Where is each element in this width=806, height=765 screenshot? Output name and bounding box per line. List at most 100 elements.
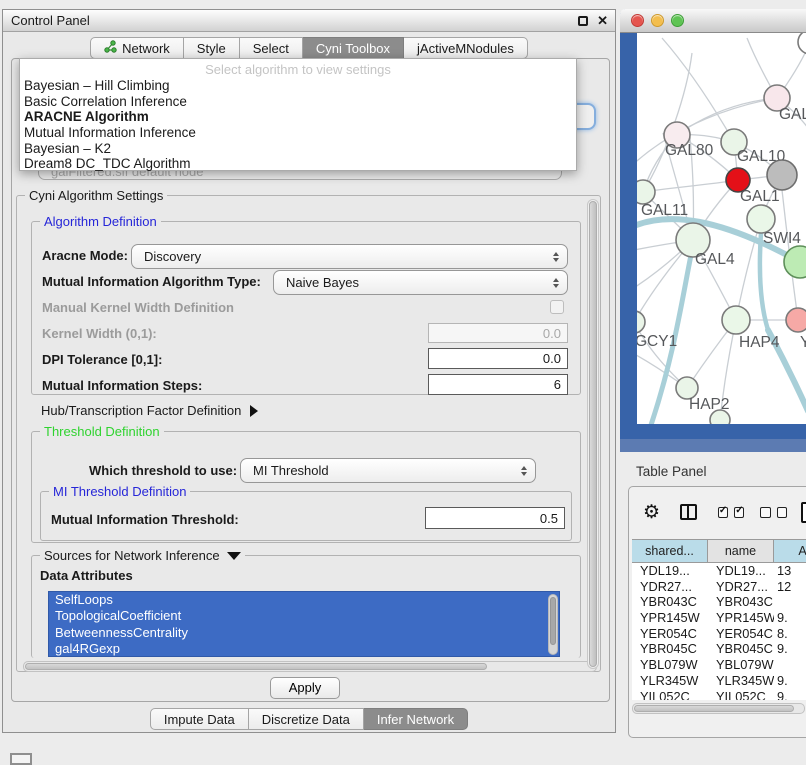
mi-steps-field[interactable]: 6	[428, 374, 568, 395]
mi-threshold-field[interactable]: 0.5	[425, 507, 565, 529]
settings-horizontal-scrollbar[interactable]	[23, 661, 597, 672]
aracne-mode-combo[interactable]: Discovery	[131, 244, 568, 269]
table-cell[interactable]: YBR043C	[708, 594, 774, 610]
table-cell[interactable]: 8.	[774, 626, 806, 642]
network-canvas[interactable]: GALGAL80GAL10GAL1GAL11SWI4GAL4GCY1HAP4YH…	[637, 33, 806, 424]
table-cell[interactable]: YDR27...	[632, 579, 708, 595]
network-window-titlebar[interactable]	[620, 9, 806, 33]
tab-select[interactable]: Select	[240, 37, 303, 59]
algorithm-option[interactable]: Mutual Information Inference	[20, 125, 576, 141]
minimize-traffic-light-icon[interactable]	[651, 14, 664, 27]
table-horizontal-scrollbar[interactable]	[632, 703, 805, 714]
checked-box-icon[interactable]	[718, 507, 728, 518]
table-cell[interactable]: YLR345W	[708, 673, 774, 689]
collapsed-panel-icon[interactable]	[10, 753, 32, 765]
table-row[interactable]: YDL19...YDL19...13	[632, 563, 806, 579]
table-cell[interactable]: YDL19...	[708, 563, 774, 579]
gear-icon[interactable]: ⚙	[643, 503, 660, 522]
table-cell[interactable]: YPR145W	[632, 610, 708, 626]
attribute-item[interactable]: BetweennessCentrality	[49, 625, 559, 641]
close-icon[interactable]: ✕	[597, 14, 608, 27]
column-header[interactable]: name	[708, 540, 774, 562]
restore-icon[interactable]	[578, 16, 588, 26]
mi-type-combo[interactable]: Naive Bayes	[273, 270, 568, 295]
algorithm-option[interactable]: ARACNE Algorithm	[20, 109, 576, 125]
table-cell[interactable]: YDL19...	[632, 563, 708, 579]
table-cell[interactable]	[774, 594, 806, 610]
data-attributes-list[interactable]: SelfLoopsTopologicalCoefficientBetweenne…	[48, 591, 560, 657]
table-cell[interactable]: 9.	[774, 641, 806, 657]
algorithm-option[interactable]: Dream8 DC_TDC Algorithm	[20, 156, 576, 172]
network-node[interactable]	[637, 180, 655, 204]
mi-threshold-label: Mutual Information Threshold:	[51, 512, 239, 527]
hub-definition-toggle[interactable]: Hub/Transcription Factor Definition	[41, 403, 258, 418]
tab-cyni-toolbox[interactable]: Cyni Toolbox	[303, 37, 404, 59]
algorithm-combo-fragment[interactable]	[574, 103, 596, 130]
checked-box-icon[interactable]	[734, 507, 744, 518]
control-panel-titlebar[interactable]: Control Panel ✕	[3, 10, 615, 32]
column-header[interactable]: shared...	[632, 540, 708, 562]
attributes-list-scrollbar[interactable]	[548, 594, 558, 655]
table-row[interactable]: YPR145WYPR145W9.	[632, 610, 806, 626]
column-header[interactable]: A	[774, 540, 806, 562]
algorithm-option[interactable]: Bayesian – Hill Climbing	[20, 78, 576, 94]
tab-network[interactable]: Network	[90, 37, 184, 59]
table-cell[interactable]: YBR045C	[632, 641, 708, 657]
table-cell[interactable]: YPR145W	[708, 610, 774, 626]
table-cell[interactable]: YBL079W	[632, 657, 708, 673]
network-node[interactable]	[784, 246, 806, 278]
settings-vertical-scrollbar[interactable]	[587, 199, 599, 669]
table-cell[interactable]: YLR345W	[632, 673, 708, 689]
table-cell[interactable]: 9.	[774, 689, 806, 701]
manual-kernel-checkbox[interactable]	[550, 300, 564, 314]
table-cell[interactable]: 13	[774, 563, 806, 579]
table-cell[interactable]: YDR27...	[708, 579, 774, 595]
table-cell[interactable]: YER054C	[632, 626, 708, 642]
table-cell[interactable]: YBR043C	[632, 594, 708, 610]
table-row[interactable]: YLR345WYLR345W9.	[632, 673, 806, 689]
tab-style[interactable]: Style	[184, 37, 240, 59]
attribute-item[interactable]: gal4RGexp	[49, 641, 559, 657]
algorithm-option[interactable]: Basic Correlation Inference	[20, 94, 576, 110]
table-row[interactable]: YBR045CYBR045C9.	[632, 641, 806, 657]
table-cell[interactable]	[774, 657, 806, 673]
zoom-traffic-light-icon[interactable]	[671, 14, 684, 27]
table-row[interactable]: YDR27...YDR27...12	[632, 579, 806, 595]
dpi-tolerance-field[interactable]: 0.0	[428, 348, 568, 369]
table-cell[interactable]: YIL052C	[708, 689, 774, 701]
unchecked-box-icon[interactable]	[760, 507, 770, 518]
kernel-width-field[interactable]: 0.0	[428, 323, 568, 343]
network-node[interactable]	[722, 306, 750, 334]
network-node[interactable]	[710, 410, 730, 424]
document-icon[interactable]	[801, 502, 806, 523]
table-row[interactable]: YER054CYER054C8.	[632, 626, 806, 642]
tab-jactivemnodules[interactable]: jActiveMNodules	[404, 37, 528, 59]
apply-button[interactable]: Apply	[270, 677, 340, 699]
table-cell[interactable]: 9.	[774, 673, 806, 689]
network-node[interactable]	[747, 205, 775, 233]
table-cell[interactable]: 9.	[774, 610, 806, 626]
which-threshold-combo[interactable]: MI Threshold	[240, 458, 536, 483]
table-cell[interactable]: YIL052C	[632, 689, 708, 701]
sources-group-toggle[interactable]: Sources for Network Inference	[40, 548, 245, 563]
table-cell[interactable]: YBR045C	[708, 641, 774, 657]
network-node[interactable]	[637, 311, 645, 333]
table-row[interactable]: YIL052CYIL052C9.	[632, 689, 806, 701]
table-row[interactable]: YBR043CYBR043C	[632, 594, 806, 610]
network-node[interactable]	[767, 160, 797, 190]
network-node[interactable]	[786, 308, 806, 332]
unchecked-box-icon[interactable]	[777, 507, 787, 518]
bottom-tab-discretize-data[interactable]: Discretize Data	[249, 708, 364, 730]
close-traffic-light-icon[interactable]	[631, 14, 644, 27]
split-columns-icon[interactable]	[680, 504, 697, 520]
algorithm-option[interactable]: Bayesian – K2	[20, 141, 576, 157]
table-row[interactable]: YBL079WYBL079W	[632, 657, 806, 673]
attribute-item[interactable]: SelfLoops	[49, 592, 559, 608]
bottom-tab-infer-network[interactable]: Infer Network	[364, 708, 468, 730]
table-cell[interactable]: YBL079W	[708, 657, 774, 673]
attribute-item[interactable]: TopologicalCoefficient	[49, 608, 559, 624]
table-cell[interactable]: 12	[774, 579, 806, 595]
bottom-tab-impute-data[interactable]: Impute Data	[150, 708, 249, 730]
table-cell[interactable]: YER054C	[708, 626, 774, 642]
network-node[interactable]	[798, 33, 806, 54]
